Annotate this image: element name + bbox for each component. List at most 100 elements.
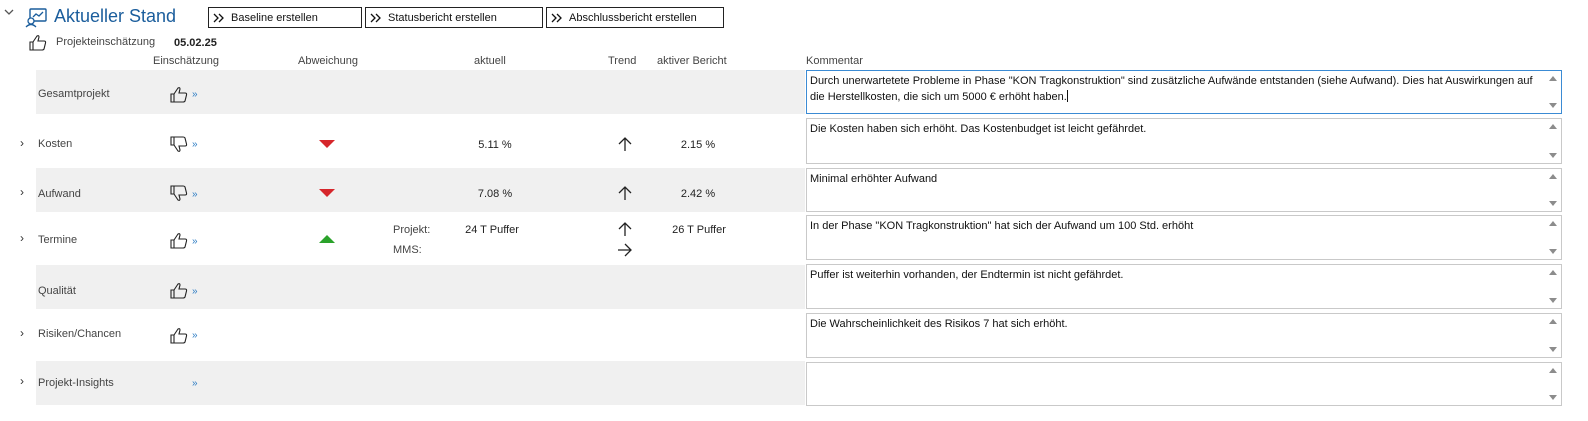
scroll-up-icon[interactable] [1549, 368, 1557, 373]
details-link[interactable]: » [192, 139, 198, 150]
assessment-label: Projekteinschätzung [56, 36, 156, 48]
deviation-down-icon [319, 189, 335, 197]
scroll-up-icon[interactable] [1549, 270, 1557, 275]
final-report-create-button[interactable]: Abschlussbericht erstellen [546, 7, 724, 28]
row-label-aufwand: Aufwand [38, 188, 81, 200]
scroll-up-icon[interactable] [1549, 76, 1557, 81]
comment-text: Die Wahrscheinlichkeit des Risikos 7 hat… [810, 318, 1068, 330]
mms-label: MMS: [393, 244, 422, 256]
scroll-up-icon[interactable] [1549, 319, 1557, 324]
thumbs-down-icon[interactable] [170, 184, 188, 202]
scroll-down-icon[interactable] [1549, 153, 1557, 158]
trend-right-arrow-icon [617, 243, 633, 260]
comment-scrollbar[interactable] [1546, 120, 1560, 162]
text-cursor [1066, 90, 1068, 102]
scroll-down-icon[interactable] [1549, 249, 1557, 254]
button-label: Baseline erstellen [231, 11, 318, 24]
page-title: Aktueller Stand [54, 6, 177, 26]
thumbs-up-icon[interactable] [170, 86, 188, 104]
scroll-down-icon[interactable] [1549, 347, 1557, 352]
details-link[interactable]: » [192, 286, 198, 297]
comment-field-kosten[interactable]: Die Kosten haben sich erhöht. Das Kosten… [806, 118, 1562, 164]
scroll-down-icon[interactable] [1549, 103, 1557, 108]
column-header-abweichung: Abweichung [298, 55, 358, 67]
details-link[interactable]: » [192, 236, 198, 247]
scroll-down-icon[interactable] [1549, 298, 1557, 303]
trend-up-arrow-icon [618, 136, 632, 155]
scroll-up-icon[interactable] [1549, 174, 1557, 179]
column-header-aktuell: aktuell [474, 55, 506, 67]
comment-scrollbar[interactable] [1546, 315, 1560, 356]
column-header-aktiver-bericht: aktiver Bericht [657, 55, 727, 67]
button-label: Statusbericht erstellen [388, 11, 497, 24]
scroll-up-icon[interactable] [1549, 124, 1557, 129]
table-row [36, 70, 805, 114]
expand-chevron-icon[interactable]: › [20, 231, 24, 245]
row-label-gesamtprojekt: Gesamtprojekt [38, 88, 110, 100]
double-chevron-right-icon [551, 13, 562, 22]
comment-text: In der Phase "KON Tragkonstruktion" hat … [810, 220, 1194, 232]
scroll-up-icon[interactable] [1549, 221, 1557, 226]
comment-scrollbar[interactable] [1546, 364, 1560, 404]
details-link[interactable]: » [192, 378, 198, 389]
column-header-trend: Trend [608, 55, 637, 67]
column-header-einschaetzung: Einschätzung [153, 55, 220, 67]
thumbs-up-icon[interactable] [170, 327, 188, 345]
deviation-down-icon [319, 140, 335, 148]
thumbs-up-icon [29, 34, 47, 52]
scroll-down-icon[interactable] [1549, 395, 1557, 400]
expand-chevron-icon[interactable]: › [20, 136, 24, 150]
current-value: 24 T Puffer [465, 224, 519, 236]
thumbs-down-icon[interactable] [170, 135, 188, 153]
table-row [36, 361, 805, 405]
comment-text: Durch unerwartetete Probleme in Phase "K… [810, 75, 1533, 87]
expand-chevron-icon[interactable]: › [20, 185, 24, 199]
comment-field-gesamtprojekt[interactable]: Durch unerwartetete Probleme in Phase "K… [806, 70, 1562, 114]
comment-scrollbar[interactable] [1546, 217, 1560, 258]
comment-text: Die Kosten haben sich erhöht. Das Kosten… [810, 123, 1147, 135]
current-value: 7.08 % [477, 188, 513, 200]
comment-field-qualitaet[interactable]: Puffer ist weiterhin vorhanden, der Endt… [806, 264, 1562, 309]
thumbs-up-icon[interactable] [170, 282, 188, 300]
double-chevron-right-icon [370, 13, 381, 22]
scroll-down-icon[interactable] [1549, 201, 1557, 206]
project-label: Projekt: [393, 224, 431, 236]
double-chevron-right-icon [213, 13, 224, 22]
trend-up-arrow-icon [618, 221, 632, 240]
details-link[interactable]: » [192, 189, 198, 200]
comment-text: Puffer ist weiterhin vorhanden, der Endt… [810, 269, 1124, 281]
expand-chevron-icon[interactable]: › [20, 326, 24, 340]
current-value: 5.11 % [478, 139, 512, 151]
table-row [36, 265, 805, 309]
baseline-create-button[interactable]: Baseline erstellen [208, 7, 362, 28]
row-label-risiken-chancen: Risiken/Chancen [38, 328, 122, 340]
row-label-termine: Termine [38, 234, 78, 246]
comment-field-projekt-insights[interactable] [806, 362, 1562, 406]
comment-text: Minimal erhöhter Aufwand [810, 173, 938, 185]
details-link[interactable]: » [192, 330, 198, 341]
comment-scrollbar[interactable] [1546, 170, 1560, 210]
collapse-chevron-icon[interactable] [4, 6, 14, 20]
status-report-icon [25, 8, 49, 28]
row-label-projekt-insights: Projekt-Insights [38, 377, 114, 389]
comment-scrollbar[interactable] [1546, 72, 1560, 112]
assessment-date: 05.02.25 [174, 37, 217, 49]
expand-chevron-icon[interactable]: › [20, 374, 24, 388]
comment-text: die Herstellkosten, die sich um 5000 € e… [810, 91, 1067, 103]
active-report-value: 26 T Puffer [672, 224, 726, 236]
comment-scrollbar[interactable] [1546, 266, 1560, 307]
deviation-up-icon [319, 235, 335, 243]
details-link[interactable]: » [192, 89, 198, 100]
active-report-value: 2.15 % [680, 139, 716, 151]
button-label: Abschlussbericht erstellen [569, 11, 697, 24]
thumbs-up-icon[interactable] [170, 232, 188, 250]
active-report-value: 2.42 % [680, 188, 716, 200]
trend-up-arrow-icon [618, 185, 632, 204]
row-label-kosten: Kosten [38, 138, 73, 150]
row-label-qualitaet: Qualität [38, 285, 76, 297]
column-header-kommentar: Kommentar [806, 55, 863, 67]
comment-field-aufwand[interactable]: Minimal erhöhter Aufwand [806, 168, 1562, 212]
comment-field-risiken-chancen[interactable]: Die Wahrscheinlichkeit des Risikos 7 hat… [806, 313, 1562, 358]
status-report-create-button[interactable]: Statusbericht erstellen [365, 7, 543, 28]
comment-field-termine[interactable]: In der Phase "KON Tragkonstruktion" hat … [806, 215, 1562, 260]
